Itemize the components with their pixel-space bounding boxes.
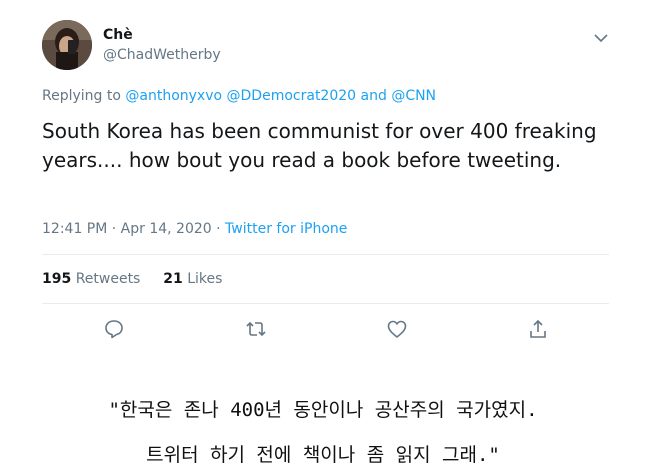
likes-label: Likes [187,271,223,287]
tweet-text: South Korea has been communist for over … [42,119,597,172]
heart-icon[interactable] [386,318,408,340]
retweet-icon[interactable] [245,318,267,340]
avatar[interactable] [42,20,92,70]
reply-icon[interactable] [103,318,125,340]
share-icon[interactable] [527,318,549,340]
reply-mention-cnn[interactable]: @CNN [391,88,436,104]
replying-to: Replying to @anthonyxvo @DDemocrat2020 a… [42,88,436,104]
reply-and[interactable]: and [361,88,387,104]
chevron-down-icon[interactable] [594,28,608,43]
tweet-source[interactable]: Twitter for iPhone [225,221,347,237]
reply-mention-anthonyxvo[interactable]: @anthonyxvo [125,88,222,104]
retweets-label: Retweets [75,271,141,287]
display-name[interactable]: Chè [103,27,133,43]
user-handle[interactable]: @ChadWetherby [103,47,221,63]
engagement-stats: 195 Retweets 21 Likes [42,271,222,287]
likes-count: 21 [163,271,183,287]
retweets-stat[interactable]: 195 Retweets [42,271,140,287]
retweets-count: 195 [42,271,72,287]
tweet-card: Chè @ChadWetherby Replying to @anthonyxv… [0,0,646,360]
likes-stat[interactable]: 21 Likes [163,271,222,287]
caption-line-2: 트위터 하기 전에 책이나 좀 읽지 그래." [146,444,500,466]
reply-mention-ddemocrat2020[interactable]: @DDemocrat2020 [227,88,357,104]
replying-prefix: Replying to [42,88,121,104]
caption-line-1: "한국은 존나 400년 동안이나 공산주의 국가였지. [108,399,538,421]
divider [42,254,609,255]
tweet-timestamp[interactable]: 12:41 PM · Apr 14, 2020 · [42,221,221,237]
divider [42,303,609,304]
tweet-meta: 12:41 PM · Apr 14, 2020 · Twitter for iP… [42,221,347,237]
